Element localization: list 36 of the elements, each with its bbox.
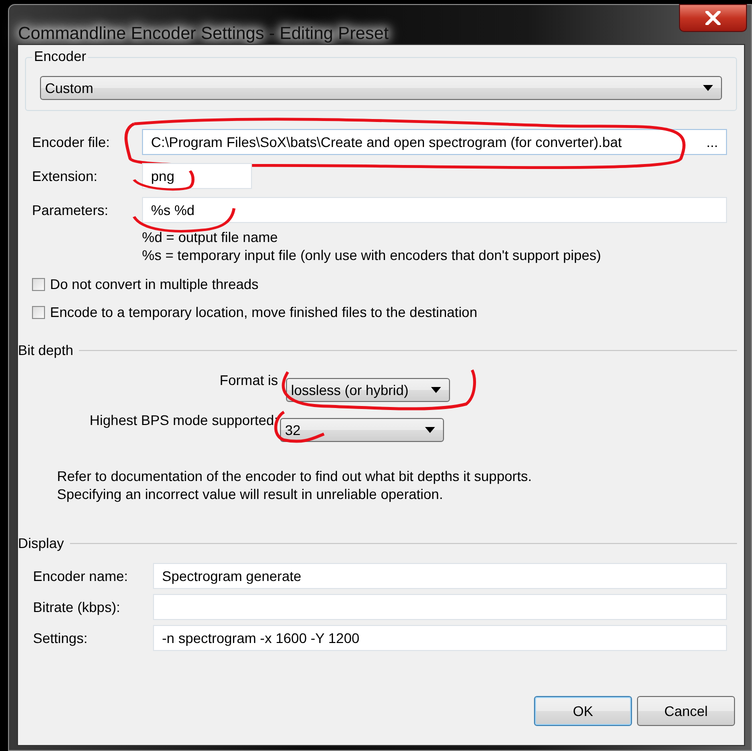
checkbox-label: Do not convert in multiple threads (50, 276, 259, 292)
text-field[interactable]: png (142, 163, 252, 189)
cancel-button[interactable]: Cancel (637, 696, 735, 726)
section-title: Bit depth (18, 342, 74, 358)
field-label: Encoder file: (32, 134, 111, 150)
checkbox-label: Encode to a temporary location, move finished files to the destination (50, 304, 478, 320)
dropdown-label: Highest BPS mode supported: (88, 412, 279, 428)
note-text: Refer to documentation of the encoder to find out what bit depths it supports. (57, 468, 533, 486)
caret-icon (425, 427, 435, 433)
note-text: Specifying an incorrect value will result in unreliable operation. (57, 486, 444, 503)
text-field[interactable] (153, 594, 727, 620)
close-icon (705, 11, 721, 25)
checkbox[interactable] (32, 278, 45, 290)
hint-text: %d = output file name (142, 229, 279, 246)
caret-icon (703, 85, 713, 91)
text-field[interactable]: -n spectrogram -x 1600 -Y 1200 (153, 625, 727, 651)
group-title: Encoder (32, 48, 88, 64)
field-label: Extension: (32, 168, 98, 184)
close-button[interactable] (679, 4, 747, 32)
text-field[interactable]: C:\Program Files\SoX\bats\Create and open spectrogram (for converter).bat ... (142, 129, 727, 155)
dropdown[interactable]: lossless (or hybrid) (286, 378, 450, 402)
section-title: Display (18, 535, 64, 551)
field-label: Encoder name: (33, 568, 129, 584)
text-field[interactable]: %s %d (142, 197, 727, 223)
hint-text: %s = temporary input file (only use with encoders that don't support pipes) (142, 246, 602, 264)
field-label: Settings: (33, 630, 88, 646)
field-label: Parameters: (32, 202, 110, 218)
caret-icon (431, 387, 441, 393)
browse-button[interactable]: ... (706, 134, 718, 150)
checkbox[interactable] (32, 306, 45, 318)
ok-button[interactable]: OK (534, 696, 632, 726)
text-field[interactable]: Spectrogram generate (153, 563, 727, 589)
encoder-dropdown[interactable]: Custom (40, 76, 722, 100)
field-label: Bitrate (kbps): (33, 599, 122, 615)
dropdown-label: Format is (218, 372, 279, 388)
dropdown[interactable]: 32 (280, 418, 444, 442)
